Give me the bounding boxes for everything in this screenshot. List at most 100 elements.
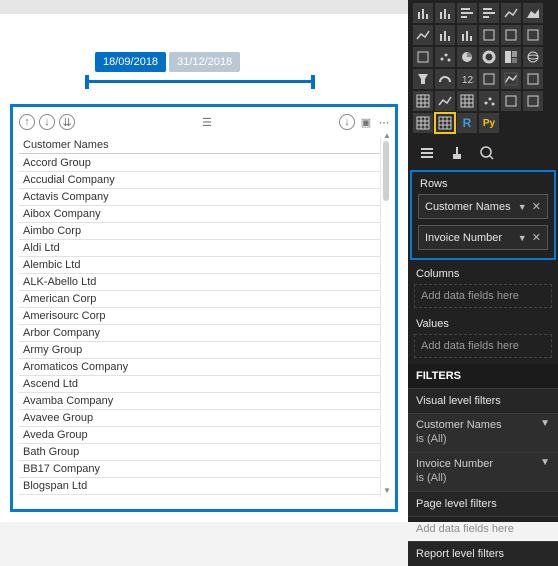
more-options-icon[interactable]: ⋯ bbox=[377, 115, 391, 129]
visual-level-filters-label: Visual level filters bbox=[408, 388, 558, 413]
viz-type-bars-h2[interactable] bbox=[479, 3, 499, 23]
viz-type-funnel[interactable] bbox=[413, 69, 433, 89]
filter-invoice-number[interactable]: Invoice Numberis (All) ▼ bbox=[408, 452, 558, 491]
field-menu-icon[interactable]: ▼ bbox=[518, 233, 527, 243]
viz-type-table[interactable] bbox=[413, 91, 433, 111]
viz-type-bars-v2[interactable] bbox=[435, 3, 455, 23]
viz-type-line3[interactable] bbox=[435, 91, 455, 111]
table-row[interactable]: Accudial Company bbox=[19, 172, 380, 189]
page-level-filters-placeholder[interactable]: Add data fields here bbox=[408, 516, 558, 541]
table-row[interactable]: Aromaticos Company bbox=[19, 359, 380, 376]
chevron-down-icon[interactable]: ▼ bbox=[540, 457, 550, 468]
viz-type-donut[interactable] bbox=[479, 47, 499, 67]
drill-up-icon[interactable]: ↑ bbox=[19, 114, 35, 130]
fields-tab-icon[interactable] bbox=[418, 144, 436, 162]
table-row[interactable]: Army Group bbox=[19, 342, 380, 359]
viz-type-line[interactable] bbox=[501, 3, 521, 23]
date-slider-handle-right[interactable] bbox=[311, 75, 315, 89]
viz-type-table2[interactable] bbox=[413, 113, 433, 133]
remove-field-icon[interactable]: ✕ bbox=[532, 201, 541, 213]
pin-icon[interactable]: ↓ bbox=[339, 114, 355, 130]
table-row[interactable]: Blogtags Ltd bbox=[19, 495, 380, 497]
expand-all-icon[interactable]: ⇊ bbox=[59, 114, 75, 130]
format-tab-icon[interactable] bbox=[448, 144, 466, 162]
table-row[interactable]: Aldi Ltd bbox=[19, 240, 380, 257]
viz-type-matrix-sel[interactable] bbox=[435, 113, 455, 133]
scroll-up-arrow[interactable]: ▲ bbox=[383, 131, 389, 140]
viz-type-bars-v[interactable] bbox=[413, 3, 433, 23]
viz-type-r[interactable]: R bbox=[457, 113, 477, 133]
values-well[interactable]: Add data fields here bbox=[414, 334, 552, 358]
scroll-down-arrow[interactable]: ▼ bbox=[383, 486, 389, 495]
matrix-body[interactable]: Accord GroupAccudial CompanyActavis Comp… bbox=[19, 155, 380, 497]
table-row[interactable]: Blogspan Ltd bbox=[19, 478, 380, 495]
viz-type-py[interactable]: Py bbox=[479, 113, 499, 133]
viz-type-slicer2[interactable] bbox=[523, 69, 543, 89]
viz-type-map[interactable] bbox=[523, 47, 543, 67]
filters-header: FILTERS bbox=[408, 364, 558, 388]
viz-type-dots[interactable] bbox=[479, 91, 499, 111]
column-header[interactable]: Customer Names bbox=[19, 137, 380, 154]
viz-type-line2[interactable] bbox=[413, 25, 433, 45]
date-end-pill[interactable]: 31/12/2018 bbox=[169, 52, 240, 72]
matrix-visual-selected[interactable]: ↑ ↓ ⇊ ☰ ↓ ▣ ⋯ Customer Names Accord Grou… bbox=[10, 104, 398, 512]
table-row[interactable]: American Corp bbox=[19, 291, 380, 308]
rows-field-customer-names[interactable]: Customer Names ▼ ✕ bbox=[418, 194, 548, 219]
table-row[interactable]: Avamba Company bbox=[19, 393, 380, 410]
viz-type-combo2[interactable] bbox=[501, 25, 521, 45]
report-canvas[interactable]: 18/09/2018 31/12/2018 ↑ ↓ ⇊ ☰ ↓ ▣ bbox=[0, 0, 408, 522]
viz-type-card[interactable]: 123 bbox=[457, 69, 477, 89]
table-row[interactable]: Avavee Group bbox=[19, 410, 380, 427]
viz-type-multi[interactable] bbox=[479, 69, 499, 89]
viz-type-gauge[interactable] bbox=[435, 69, 455, 89]
table-row[interactable]: Bath Group bbox=[19, 444, 380, 461]
table-row[interactable]: Accord Group bbox=[19, 155, 380, 172]
viz-type-bars-s2[interactable] bbox=[457, 25, 477, 45]
table-row[interactable]: Aibox Company bbox=[19, 206, 380, 223]
viz-type-scatter[interactable] bbox=[435, 47, 455, 67]
focus-mode-icon[interactable]: ▣ bbox=[359, 115, 373, 129]
date-start-pill[interactable]: 18/09/2018 bbox=[95, 52, 166, 72]
format-toolstrip bbox=[408, 138, 558, 170]
viz-type-matrix[interactable] bbox=[457, 91, 477, 111]
columns-well[interactable]: Add data fields here bbox=[414, 284, 552, 308]
table-row[interactable]: Alembic Ltd bbox=[19, 257, 380, 274]
drag-handle-icon[interactable]: ☰ bbox=[200, 115, 214, 129]
table-row[interactable]: BB17 Company bbox=[19, 461, 380, 478]
viz-type-shape[interactable] bbox=[523, 91, 543, 111]
table-row[interactable]: Ascend Ltd bbox=[19, 376, 380, 393]
table-row[interactable]: Actavis Company bbox=[19, 189, 380, 206]
toolbar-strip bbox=[0, 0, 408, 14]
viz-type-arc[interactable] bbox=[501, 91, 521, 111]
viz-type-bars-h[interactable] bbox=[457, 3, 477, 23]
table-row[interactable]: Amerisourc Corp bbox=[19, 308, 380, 325]
chevron-down-icon[interactable]: ▼ bbox=[540, 418, 550, 429]
field-menu-icon[interactable]: ▼ bbox=[518, 202, 527, 212]
values-well-label: Values bbox=[408, 314, 558, 334]
analytics-tab-icon[interactable] bbox=[478, 144, 496, 162]
filter-customer-names[interactable]: Customer Namesis (All) ▼ bbox=[408, 413, 558, 452]
table-row[interactable]: ALK-Abello Ltd bbox=[19, 274, 380, 291]
table-row[interactable]: Arbor Company bbox=[19, 325, 380, 342]
table-row[interactable]: Aimbo Corp bbox=[19, 223, 380, 240]
viz-type-kpi[interactable] bbox=[501, 69, 521, 89]
rows-well-group: Rows Customer Names ▼ ✕ Invoice Number ▼… bbox=[410, 170, 556, 260]
date-slicer[interactable]: 18/09/2018 31/12/2018 bbox=[95, 52, 295, 83]
viz-type-ribbon[interactable] bbox=[523, 25, 543, 45]
rows-well-label: Rows bbox=[412, 174, 554, 194]
rows-field-invoice-number[interactable]: Invoice Number ▼ ✕ bbox=[418, 225, 548, 250]
remove-field-icon[interactable]: ✕ bbox=[532, 232, 541, 244]
table-row[interactable]: Aveda Group bbox=[19, 427, 380, 444]
viz-type-tree[interactable] bbox=[501, 47, 521, 67]
viz-type-area[interactable] bbox=[523, 3, 543, 23]
viz-type-pie[interactable] bbox=[457, 47, 477, 67]
date-slider-handle-left[interactable] bbox=[85, 75, 89, 89]
visual-header-left-icons: ↑ ↓ ⇊ bbox=[19, 114, 75, 130]
viz-type-bars-s[interactable] bbox=[435, 25, 455, 45]
date-slider-track[interactable] bbox=[85, 80, 315, 83]
vertical-scrollbar[interactable]: ▲ ▼ bbox=[383, 141, 389, 493]
scroll-thumb[interactable] bbox=[383, 141, 389, 201]
drill-down-icon[interactable]: ↓ bbox=[39, 114, 55, 130]
viz-type-water[interactable] bbox=[413, 47, 433, 67]
viz-type-combo[interactable] bbox=[479, 25, 499, 45]
